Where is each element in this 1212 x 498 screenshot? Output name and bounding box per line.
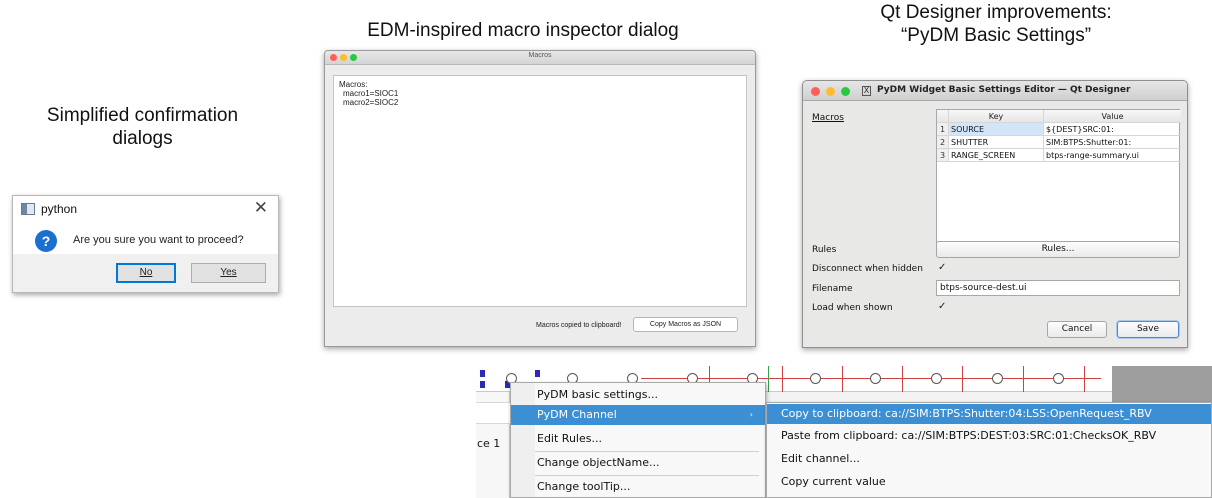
selection-handle[interactable] — [480, 370, 485, 377]
value-cell[interactable]: ${DEST}SRC:01: — [1044, 123, 1181, 136]
row-index: 2 — [937, 136, 949, 149]
divider-tick — [902, 366, 903, 392]
channel-submenu: Copy to clipboard: ca://SIM:BTPS:Shutter… — [766, 402, 1212, 498]
menu-item-pydm-channel[interactable]: PyDM Channel › — [511, 405, 765, 425]
macro-header: Macros: — [339, 80, 368, 89]
caption-line: “PyDM Basic Settings” — [900, 24, 1092, 46]
key-cell[interactable]: RANGE_SCREEN — [949, 149, 1044, 162]
confirm-footer: No Yes — [13, 254, 278, 292]
caption-qt-designer: Qt Designer improvements: “PyDM Basic Se… — [826, 2, 1166, 48]
macros-label: Macros — [812, 113, 844, 123]
divider-tick — [962, 366, 963, 392]
macro-window-title: Macros — [528, 52, 552, 59]
macro-line: macro2=SIOC2 — [343, 98, 399, 107]
caption-confirmation-dialogs: Simplified confirmation dialogs — [20, 105, 265, 151]
python-window-icon — [21, 203, 35, 215]
table-header: Key Value — [937, 110, 1181, 123]
menu-separator — [535, 451, 759, 452]
context-menu: PyDM basic settings... PyDM Channel › Ed… — [510, 382, 766, 498]
qt-window-title: PyDM Widget Basic Settings Editor — Qt D… — [877, 85, 1131, 95]
value-cell[interactable]: btps-range-summary.ui — [1044, 149, 1181, 162]
selection-handle[interactable] — [535, 370, 540, 377]
column-header-key[interactable]: Key — [949, 110, 1044, 123]
basic-settings-dialog: X PyDM Widget Basic Settings Editor — Qt… — [802, 80, 1188, 348]
key-cell[interactable]: SHUTTER — [949, 136, 1044, 149]
no-button-label: No — [139, 267, 153, 278]
table-row[interactable]: 2 SHUTTER SIM:BTPS:Shutter:01: — [937, 136, 1181, 149]
form-row-band — [476, 402, 510, 424]
macro-text-area[interactable]: Macros: macro1=SIOC1 macro2=SIOC2 — [333, 75, 747, 307]
cancel-button[interactable]: Cancel — [1047, 321, 1107, 338]
menu-item-edit-rules[interactable]: Edit Rules... — [511, 429, 765, 449]
menu-item-label: PyDM Channel — [537, 408, 617, 421]
macro-line: macro1=SIOC1 — [343, 89, 399, 98]
caption-line: dialogs — [112, 127, 173, 149]
copy-macros-json-button[interactable]: Copy Macros as JSON — [633, 317, 738, 332]
indicator-circle-icon[interactable] — [992, 373, 1003, 384]
load-when-shown-checkbox[interactable]: ✓ — [938, 301, 946, 312]
confirm-title: python — [41, 202, 78, 216]
disconnect-label: Disconnect when hidden — [812, 264, 923, 274]
divider-tick — [842, 366, 843, 392]
close-dot-icon[interactable] — [811, 87, 820, 96]
rules-button[interactable]: Rules... — [936, 241, 1180, 258]
canvas-gray-area — [1112, 366, 1212, 406]
zoom-dot-icon[interactable] — [841, 87, 850, 96]
filename-label: Filename — [812, 284, 853, 294]
form-label: ce 1 — [477, 437, 501, 450]
key-cell[interactable]: SOURCE — [949, 123, 1044, 136]
menu-item-copy-to-clipboard[interactable]: Copy to clipboard: ca://SIM:BTPS:Shutter… — [767, 404, 1211, 424]
indicator-circle-icon[interactable] — [870, 373, 881, 384]
close-icon[interactable]: ✕ — [254, 198, 268, 218]
divider-tick — [768, 366, 769, 392]
confirm-dialog: python ✕ ? Are you sure you want to proc… — [12, 195, 279, 293]
filename-input[interactable]: btps-source-dest.ui — [936, 280, 1180, 296]
designer-canvas: ce 1 PyDM basic settings... PyDM Channel… — [476, 366, 1212, 498]
table-row[interactable]: 1 SOURCE ${DEST}SRC:01: — [937, 123, 1181, 136]
row-index: 3 — [937, 149, 949, 162]
menu-separator — [535, 475, 759, 476]
yes-button-label: Yes — [220, 267, 237, 278]
menu-item-change-objectname[interactable]: Change objectName... — [511, 453, 765, 473]
indicator-circle-icon[interactable] — [931, 373, 942, 384]
load-when-shown-label: Load when shown — [812, 303, 893, 313]
copied-status: Macros copied to clipboard! — [536, 322, 622, 329]
menu-item-copy-current-value[interactable]: Copy current value — [767, 472, 1211, 492]
divider-tick — [782, 366, 783, 392]
macros-table[interactable]: Key Value 1 SOURCE ${DEST}SRC:01: 2 SHUT… — [936, 109, 1181, 249]
save-button[interactable]: Save — [1117, 321, 1179, 338]
rules-label: Rules — [812, 245, 837, 255]
x11-app-icon: X — [862, 86, 871, 96]
caption-line: Qt Designer improvements: — [880, 2, 1112, 23]
macro-titlebar: Macros — [325, 51, 755, 65]
caption-line: Simplified confirmation — [46, 105, 239, 126]
question-icon: ? — [35, 230, 57, 252]
selection-handle[interactable] — [480, 381, 485, 388]
divider-tick — [1084, 366, 1085, 392]
no-button[interactable]: No — [116, 263, 176, 283]
caption-macro-inspector: EDM-inspired macro inspector dialog — [367, 20, 679, 41]
menu-item-edit-channel[interactable]: Edit channel... — [767, 449, 1211, 469]
corner-cell — [937, 110, 949, 123]
macro-inspector-window: Macros Macros: macro1=SIOC1 macro2=SIOC2… — [324, 50, 756, 347]
confirm-message: Are you sure you want to proceed? — [73, 234, 244, 246]
menu-item-change-tooltip[interactable]: Change toolTip... — [511, 477, 765, 497]
form-left-strip: ce 1 — [476, 392, 510, 498]
column-header-value[interactable]: Value — [1044, 110, 1181, 123]
menu-item-pydm-basic-settings[interactable]: PyDM basic settings... — [511, 385, 765, 405]
disconnect-checkbox[interactable]: ✓ — [938, 262, 946, 273]
submenu-arrow-icon: › — [749, 410, 753, 419]
table-row[interactable]: 3 RANGE_SCREEN btps-range-summary.ui — [937, 149, 1181, 162]
indicator-circle-icon[interactable] — [1053, 373, 1064, 384]
indicator-circle-icon[interactable] — [810, 373, 821, 384]
value-cell[interactable]: SIM:BTPS:Shutter:01: — [1044, 136, 1181, 149]
yes-button[interactable]: Yes — [191, 263, 266, 283]
menu-item-paste-from-clipboard[interactable]: Paste from clipboard: ca://SIM:BTPS:DEST… — [767, 426, 1211, 446]
row-index: 1 — [937, 123, 949, 136]
confirm-titlebar: python ✕ — [13, 196, 278, 224]
divider-tick — [1023, 366, 1024, 392]
minimize-dot-icon[interactable] — [826, 87, 835, 96]
qt-titlebar: X PyDM Widget Basic Settings Editor — Qt… — [803, 81, 1187, 101]
